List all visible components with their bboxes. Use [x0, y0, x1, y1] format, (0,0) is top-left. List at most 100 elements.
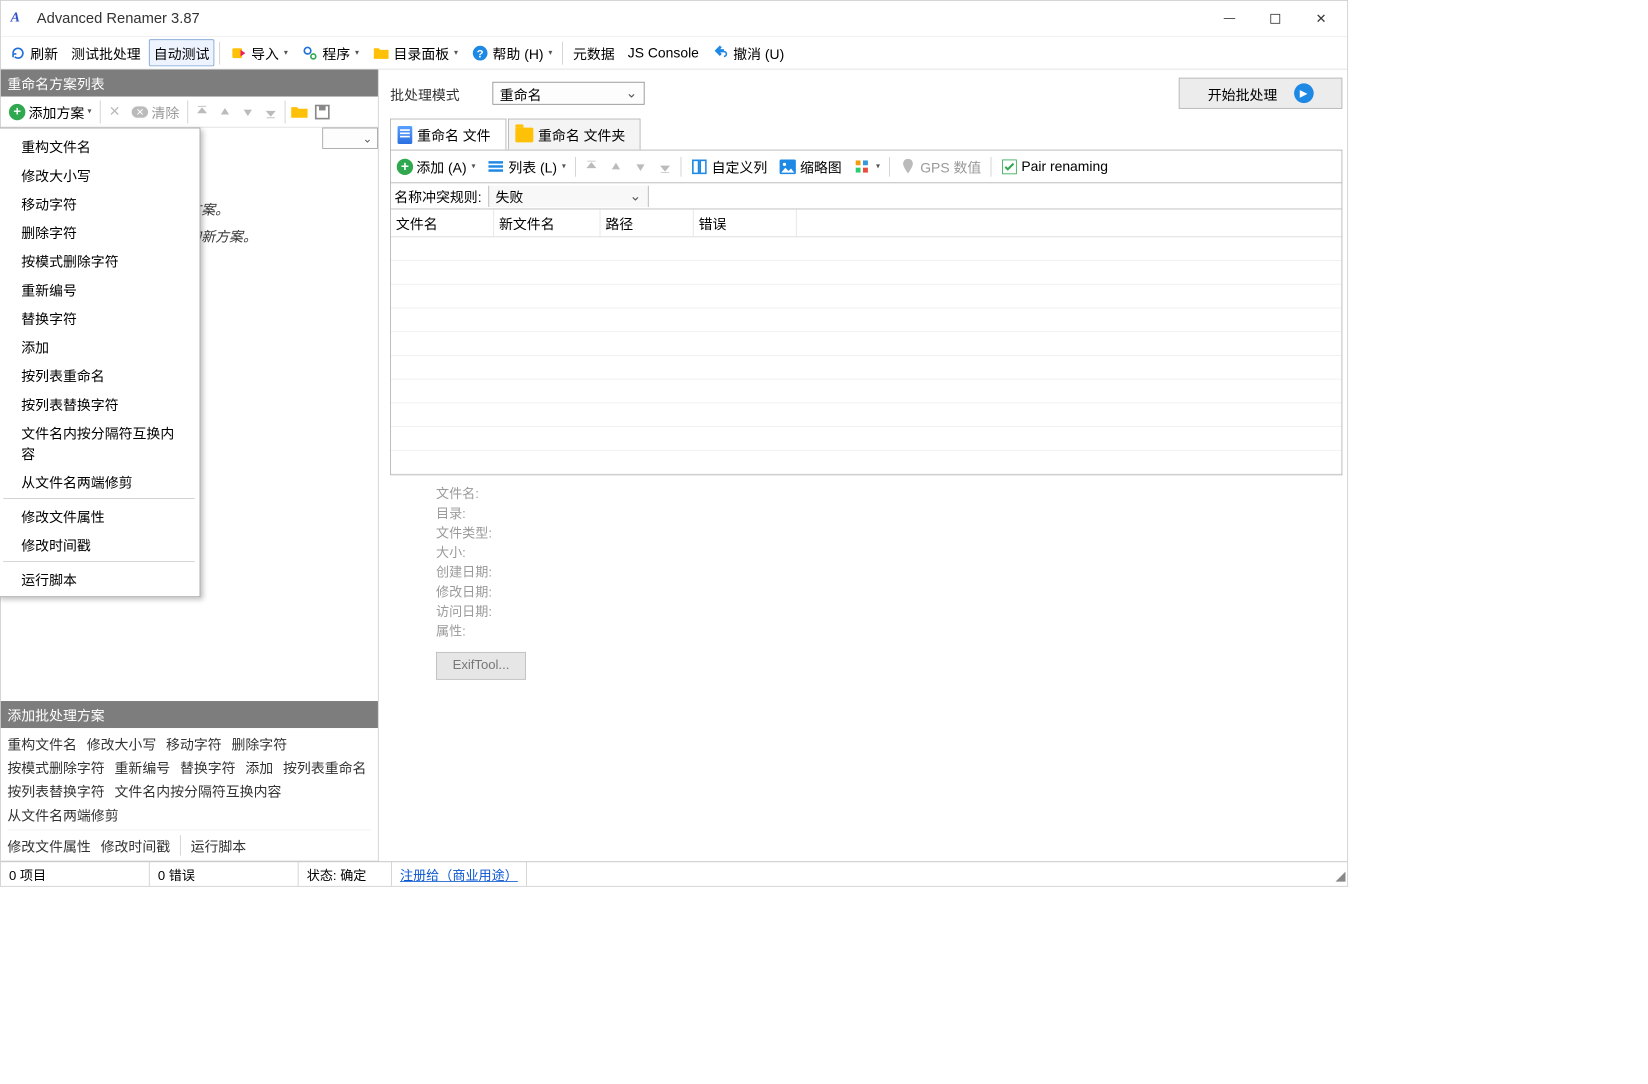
checkbox-icon — [1000, 157, 1018, 175]
column-header[interactable]: 文件名 — [391, 209, 494, 236]
list-icon — [487, 157, 505, 175]
file-move-bottom[interactable] — [654, 156, 675, 177]
tab-rename-folders[interactable]: 重命名 文件夹 — [508, 119, 641, 150]
gps-button[interactable]: GPS 数值 — [895, 154, 985, 179]
resize-grip[interactable]: ◢ — [1333, 862, 1348, 886]
menu-item[interactable]: 替换字符 — [0, 303, 200, 332]
maximize-button[interactable] — [1252, 2, 1298, 35]
info-label: 文件名: — [436, 485, 1342, 505]
undo-button[interactable]: 撤消 (U) — [707, 39, 789, 66]
add-method-link[interactable]: 移动字符 — [166, 733, 222, 753]
delete-method-button[interactable]: ✕ — [104, 101, 125, 122]
menu-item[interactable]: 重新编号 — [0, 275, 200, 304]
file-move-down[interactable] — [630, 156, 651, 177]
add-method-link[interactable]: 运行脚本 — [191, 835, 247, 855]
separator — [562, 41, 563, 64]
add-method-link[interactable]: 按模式删除字符 — [7, 757, 104, 777]
add-method-link[interactable]: 重构文件名 — [7, 733, 77, 753]
auto-test-button[interactable]: 自动测试 — [149, 39, 214, 66]
move-top-button[interactable] — [191, 101, 212, 122]
minimize-button[interactable] — [1207, 2, 1253, 35]
preset-select[interactable] — [322, 128, 378, 149]
pair-renaming-checkbox[interactable]: Pair renaming — [996, 155, 1112, 178]
separator — [990, 157, 991, 177]
add-method-link[interactable]: 修改时间戳 — [101, 835, 171, 855]
menu-item[interactable]: 修改文件属性 — [0, 501, 200, 530]
main-toolbar: 刷新 测试批处理 自动测试 导入 程序 目录面板 ? 帮助 (H) 元数据 JS… — [1, 37, 1347, 70]
add-method-link[interactable]: 按列表重命名 — [283, 757, 366, 777]
thumbnails-button[interactable]: 缩略图 — [775, 154, 846, 179]
add-method-link[interactable]: 添加 — [245, 757, 273, 777]
column-header[interactable]: 路径 — [600, 209, 693, 236]
conflict-rule-label: 名称冲突规则: — [391, 183, 488, 208]
view-options-button[interactable] — [849, 155, 884, 178]
menu-item[interactable]: 运行脚本 — [0, 564, 200, 593]
file-move-top[interactable] — [581, 156, 602, 177]
custom-columns-button[interactable]: 自定义列 — [686, 154, 771, 179]
info-label: 修改日期: — [436, 583, 1342, 603]
table-row — [391, 403, 1342, 427]
menu-item[interactable]: 修改时间戳 — [0, 530, 200, 559]
close-button[interactable] — [1298, 2, 1344, 35]
tab-rename-files[interactable]: 重命名 文件 — [390, 119, 506, 150]
menu-item[interactable]: 从文件名两端修剪 — [0, 467, 200, 496]
menu-item[interactable]: 按列表替换字符 — [0, 389, 200, 418]
batch-mode-select[interactable]: 重命名 — [492, 82, 644, 105]
batch-mode-label: 批处理模式 — [390, 83, 460, 103]
info-label: 属性: — [436, 622, 1342, 642]
clear-icon: ✕ — [132, 106, 148, 117]
add-method-link[interactable]: 删除字符 — [231, 733, 287, 753]
add-method-link[interactable]: 修改文件属性 — [7, 835, 90, 855]
add-method-link[interactable]: 文件名内按分隔符互换内容 — [115, 780, 282, 800]
table-row — [391, 380, 1342, 404]
list-button[interactable]: 列表 (L) — [483, 154, 570, 179]
help-button[interactable]: ? 帮助 (H) — [466, 39, 557, 66]
open-preset-button[interactable] — [289, 101, 310, 122]
add-files-button[interactable]: + 添加 (A) — [393, 154, 480, 179]
exiftool-button[interactable]: ExifTool... — [436, 652, 526, 680]
file-move-up[interactable] — [605, 156, 626, 177]
metadata-button[interactable]: 元数据 — [568, 39, 620, 66]
column-header[interactable]: 错误 — [694, 209, 797, 236]
add-methods-header: 添加批处理方案 — [1, 701, 378, 728]
menu-item[interactable]: 删除字符 — [0, 218, 200, 247]
test-batch-button[interactable]: 测试批处理 — [66, 39, 145, 66]
menu-item[interactable]: 按模式删除字符 — [0, 246, 200, 275]
refresh-button[interactable]: 刷新 — [4, 39, 63, 66]
file-table[interactable]: 文件名新文件名路径错误 — [390, 209, 1342, 476]
titlebar: A Advanced Renamer 3.87 — [1, 1, 1347, 37]
save-preset-button[interactable] — [312, 101, 333, 122]
menu-item[interactable]: 添加 — [0, 332, 200, 361]
add-method-link[interactable]: 重新编号 — [115, 757, 171, 777]
move-up-button[interactable] — [214, 101, 235, 122]
column-header[interactable] — [797, 209, 1342, 236]
add-method-link[interactable]: 按列表替换字符 — [7, 780, 104, 800]
table-row — [391, 285, 1342, 309]
menu-item[interactable]: 重构文件名 — [0, 132, 200, 161]
status-register[interactable]: 注册给（商业用途） — [392, 862, 527, 886]
conflict-rule-select[interactable]: 失败 — [488, 185, 648, 206]
import-button[interactable]: 导入 — [225, 39, 293, 66]
table-body — [391, 237, 1342, 474]
separator — [285, 100, 286, 123]
menu-item[interactable]: 按列表重命名 — [0, 361, 200, 390]
clear-methods-button[interactable]: ✕ 清除 — [127, 99, 184, 124]
add-method-button[interactable]: + 添加方案 ▾ — [4, 99, 96, 124]
menu-item[interactable]: 文件名内按分隔符互换内容 — [0, 418, 200, 467]
add-method-link[interactable]: 修改大小写 — [87, 733, 157, 753]
menu-item[interactable]: 修改大小写 — [0, 160, 200, 189]
add-method-link[interactable]: 从文件名两端修剪 — [7, 804, 118, 824]
add-method-link[interactable]: 替换字符 — [180, 757, 236, 777]
app-icon: A — [11, 9, 31, 29]
menu-item[interactable]: 移动字符 — [0, 189, 200, 218]
separator — [575, 157, 576, 177]
tabs: 重命名 文件 重命名 文件夹 — [390, 119, 1342, 150]
program-button[interactable]: 程序 — [296, 39, 364, 66]
move-bottom-button[interactable] — [260, 101, 281, 122]
left-panel: 重命名方案列表 + 添加方案 ▾ ✕ ✕ 清除 方案。 — [1, 70, 379, 862]
js-console-button[interactable]: JS Console — [623, 41, 704, 64]
start-batch-button[interactable]: 开始批处理 ▶ — [1179, 78, 1343, 109]
move-down-button[interactable] — [237, 101, 258, 122]
directory-panel-button[interactable]: 目录面板 — [367, 39, 463, 66]
column-header[interactable]: 新文件名 — [494, 209, 600, 236]
